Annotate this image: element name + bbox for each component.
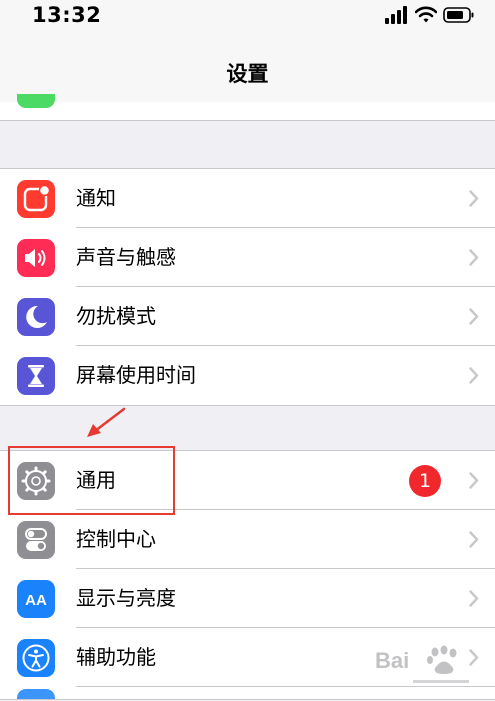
- battery-icon: [443, 7, 474, 23]
- moon-icon: [17, 298, 55, 336]
- chevron-right-icon: [469, 249, 479, 266]
- status-time: 13:32: [32, 3, 102, 27]
- settings-row-accessibility[interactable]: 辅助功能: [0, 628, 495, 687]
- wifi-icon: [415, 6, 437, 23]
- settings-group-2: 通用 1 控制中心 AA 显示与亮度 辅助功能: [0, 450, 495, 700]
- notification-badge: 1: [409, 465, 441, 497]
- chevron-right-icon: [469, 649, 479, 666]
- hourglass-icon: [17, 357, 55, 395]
- cellular-signal-icon: [385, 6, 407, 24]
- settings-row-general[interactable]: 通用 1: [0, 451, 495, 510]
- settings-row-control-center[interactable]: 控制中心: [0, 510, 495, 569]
- notifications-icon: [17, 180, 55, 218]
- settings-row-label: 辅助功能: [76, 645, 156, 669]
- settings-row-screen-time[interactable]: 屏幕使用时间: [0, 346, 495, 405]
- partial-settings-row[interactable]: [0, 102, 495, 121]
- settings-row-label: 屏幕使用时间: [76, 363, 196, 387]
- svg-text:AA: AA: [25, 592, 47, 609]
- chevron-right-icon: [469, 190, 479, 207]
- chevron-right-icon: [469, 367, 479, 384]
- accessibility-icon: [17, 639, 55, 677]
- chevron-right-icon: [469, 531, 479, 548]
- settings-row-label: 通用: [76, 468, 116, 492]
- partial-row-icon: [17, 94, 55, 108]
- speaker-icon: [17, 239, 55, 277]
- chevron-right-icon: [469, 590, 479, 607]
- status-bar: 13:32: [0, 0, 495, 36]
- settings-row-display-brightness[interactable]: AA 显示与亮度: [0, 569, 495, 628]
- partial-row-icon: [17, 689, 55, 699]
- settings-row-label: 控制中心: [76, 527, 156, 551]
- settings-row-label: 声音与触感: [76, 245, 176, 269]
- settings-group-1: 通知 声音与触感 勿扰模式 屏幕使用时间: [0, 168, 495, 406]
- chevron-right-icon: [469, 472, 479, 489]
- settings-row-label: 显示与亮度: [76, 586, 176, 610]
- toggle-switches-icon: [17, 521, 55, 559]
- gear-icon: [17, 462, 55, 500]
- settings-row-sounds[interactable]: 声音与触感: [0, 228, 495, 287]
- annotation-arrow-icon: [87, 407, 126, 437]
- settings-row-label: 通知: [76, 186, 116, 210]
- page-title: 设置: [226, 62, 269, 86]
- chevron-right-icon: [469, 308, 479, 325]
- settings-row-notifications[interactable]: 通知: [0, 169, 495, 228]
- text-size-icon: AA: [17, 580, 55, 618]
- settings-row-label: 勿扰模式: [76, 304, 156, 328]
- settings-row-partial[interactable]: [0, 687, 495, 699]
- nav-bar: 设置: [0, 36, 495, 103]
- settings-row-do-not-disturb[interactable]: 勿扰模式: [0, 287, 495, 346]
